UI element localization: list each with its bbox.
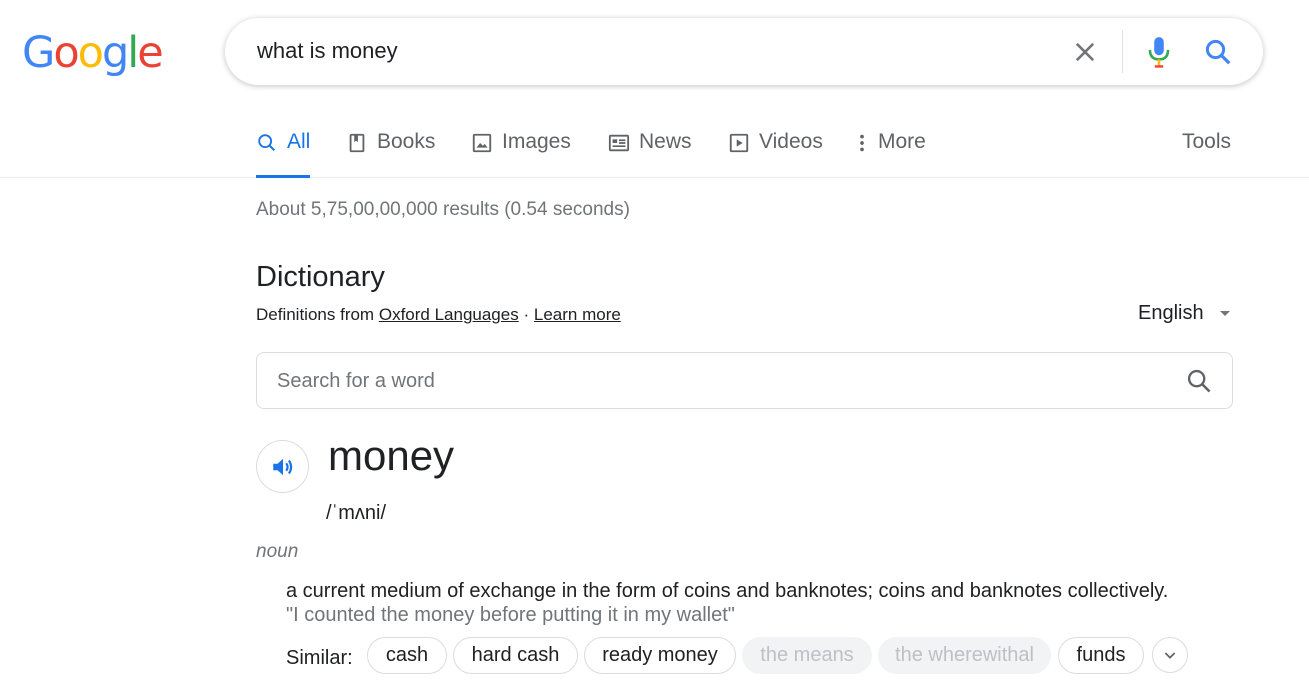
video-icon (729, 133, 749, 153)
headword: money (328, 432, 455, 479)
definition-text: a current medium of exchange in the form… (286, 580, 1169, 602)
google-logo[interactable]: Google (22, 28, 164, 78)
chevron-down-icon (1164, 652, 1176, 659)
source-prefix: Definitions from (256, 305, 375, 324)
search-icon (258, 134, 276, 152)
logo-letter: o (53, 28, 79, 78)
tab-label: Images (502, 130, 571, 153)
tab-more[interactable]: More (855, 130, 926, 178)
part-of-speech: noun (256, 541, 299, 562)
tab-label: All (287, 130, 311, 153)
tab-all[interactable]: All (256, 130, 311, 178)
oxford-languages-link[interactable]: Oxford Languages (379, 305, 519, 324)
phonetic-text: /ˈmʌni/ (326, 502, 386, 524)
tools-button[interactable]: Tools (1182, 130, 1231, 154)
similar-chip-funds[interactable]: funds (1058, 637, 1144, 674)
learn-more-link[interactable]: Learn more (534, 305, 621, 324)
tab-news[interactable]: News (608, 130, 692, 178)
word-search-box[interactable] (256, 352, 1233, 409)
expand-similar-button[interactable] (1152, 637, 1188, 673)
tab-books[interactable]: Books (346, 130, 435, 178)
similar-label: Similar: (286, 647, 353, 669)
result-stats: About 5,75,00,00,000 results (0.54 secon… (256, 199, 630, 220)
search-icon[interactable] (1203, 37, 1233, 67)
tab-label: Books (377, 130, 436, 153)
image-icon (472, 133, 492, 153)
logo-letter: l (127, 28, 139, 78)
similar-chip-hard-cash[interactable]: hard cash (453, 637, 578, 674)
language-label: English (1138, 302, 1204, 324)
tab-label: More (878, 130, 926, 153)
close-icon[interactable] (1071, 38, 1099, 66)
source-separator: · (523, 305, 530, 324)
tab-videos[interactable]: Videos (728, 130, 823, 178)
pronunciation-button[interactable] (256, 440, 309, 493)
speaker-icon (272, 458, 292, 475)
search-box[interactable]: what is money (225, 18, 1263, 85)
example-sentence: "I counted the money before putting it i… (286, 604, 735, 626)
search-query-text[interactable]: what is money (257, 38, 398, 64)
book-icon (349, 133, 365, 153)
similar-chip-ready-money[interactable]: ready money (584, 637, 736, 674)
search-box-divider (1122, 30, 1123, 73)
tab-images[interactable]: Images (471, 130, 571, 178)
logo-letter: e (137, 28, 164, 78)
news-icon (608, 134, 630, 152)
dropdown-arrow-icon (1219, 311, 1230, 316)
logo-letter: G (22, 28, 55, 78)
search-tabs: All Books Images News Videos More Tools (0, 100, 1309, 178)
logo-letter: o (77, 28, 104, 78)
tab-label: News (639, 130, 692, 153)
similar-chip-the-wherewithal[interactable]: the wherewithal (878, 637, 1051, 674)
language-selector[interactable]: English (1138, 302, 1230, 325)
tab-label: Videos (759, 130, 823, 153)
dictionary-source: Definitions from Oxford Languages · Lear… (256, 305, 621, 325)
similar-chip-the-means[interactable]: the means (742, 637, 872, 674)
dictionary-title: Dictionary (256, 261, 385, 293)
logo-letter: g (101, 28, 129, 78)
word-search-input[interactable] (277, 367, 1157, 395)
search-icon[interactable] (1185, 367, 1213, 395)
microphone-icon[interactable] (1146, 35, 1172, 69)
more-vert-icon (860, 134, 864, 152)
similar-chip-cash[interactable]: cash (367, 637, 447, 674)
